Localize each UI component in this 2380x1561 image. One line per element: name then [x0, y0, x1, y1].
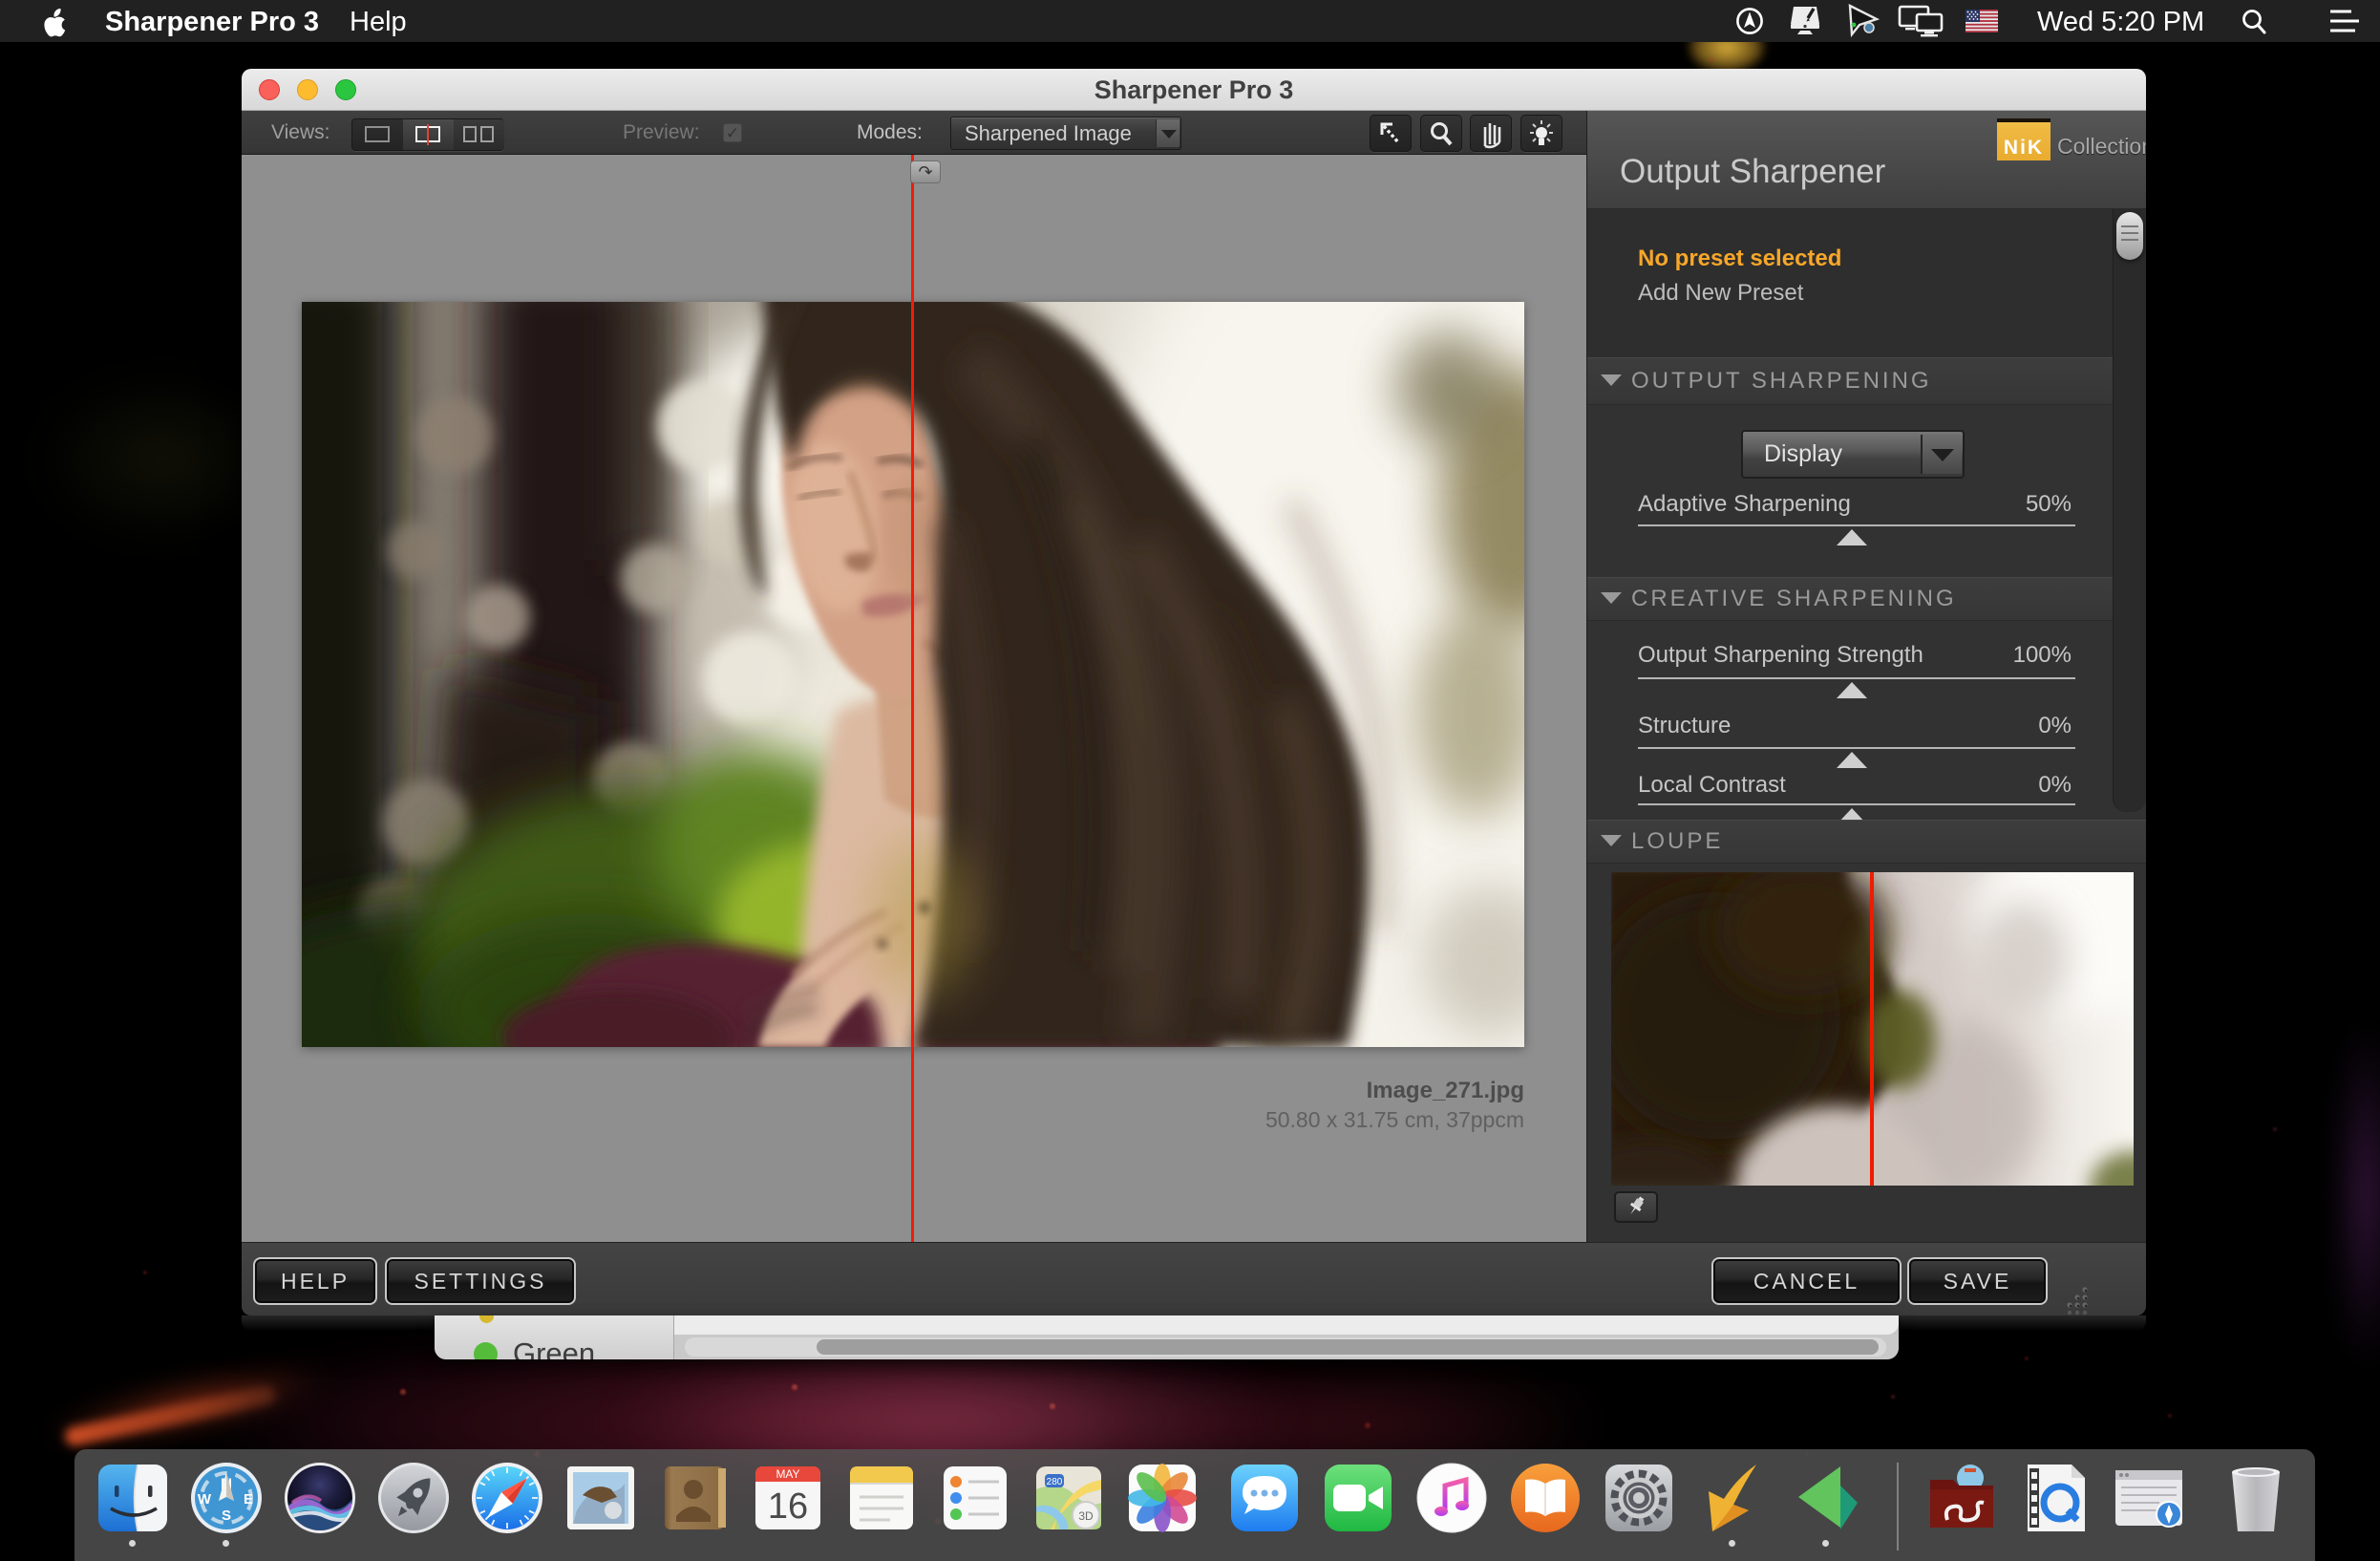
svg-text:W: W	[198, 1491, 212, 1508]
svg-text:3D: 3D	[1078, 1509, 1094, 1523]
svg-text:E: E	[244, 1491, 253, 1508]
svg-text:280: 280	[1047, 1477, 1063, 1487]
svg-text:16: 16	[768, 1486, 808, 1527]
svg-text:MAY: MAY	[776, 1467, 799, 1481]
svg-text:S: S	[222, 1508, 231, 1524]
